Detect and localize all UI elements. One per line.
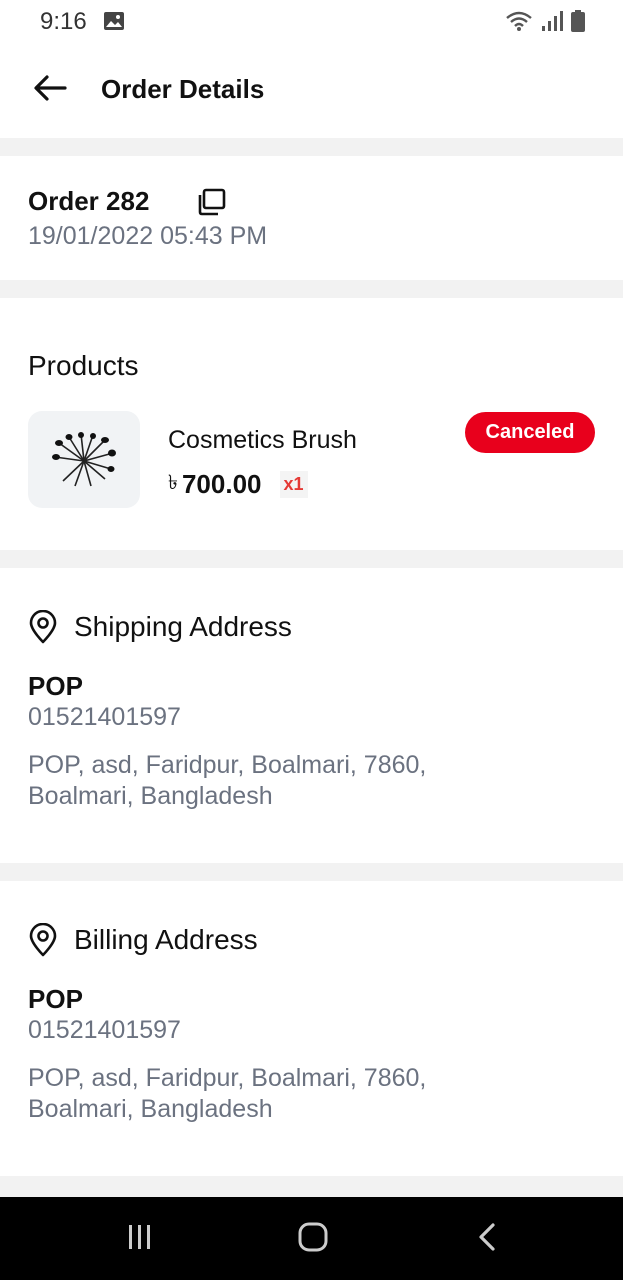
copy-order-button[interactable] [196,188,226,216]
home-icon [297,1221,329,1258]
cosmetics-brush-image [52,431,116,486]
app-bar: Order Details [0,42,623,138]
product-name: Cosmetics Brush [168,426,357,454]
copy-icon [196,188,226,220]
product-quantity: x1 [279,471,308,498]
image-icon [103,11,125,36]
status-bar: 9:16 [0,0,623,42]
currency-symbol: ৳ [168,472,178,494]
recents-button[interactable] [119,1219,159,1259]
nav-back-button[interactable] [467,1219,507,1259]
shipping-title: Shipping Address [74,611,292,642]
billing-title: Billing Address [74,924,258,955]
shipping-address-card: Shipping Address POP 01521401597 POP, as… [0,568,623,863]
shipping-header: Shipping Address [28,609,292,644]
shipping-name: POP [28,671,83,701]
battery-icon [571,10,585,37]
shipping-phone: 01521401597 [28,703,181,731]
location-pin-icon [28,922,58,957]
billing-address-text: POP, asd, Faridpur, Boalmari, 7860, Boal… [28,1064,427,1123]
shipping-address-text: POP, asd, Faridpur, Boalmari, 7860, Boal… [28,751,427,810]
signal-icon [541,10,563,37]
order-summary-card: Order 282 19/01/2022 05:43 PM [0,156,623,280]
recents-icon [124,1223,154,1256]
location-pin-icon [28,609,58,644]
product-price: 700.00 [181,469,262,499]
billing-address-card: Billing Address POP 01521401597 POP, asd… [0,881,623,1176]
wifi-icon [505,10,533,37]
order-date: 19/01/2022 05:43 PM [28,222,268,250]
order-details-screen: 9:16 Order Details Order 282 19/01/2022 … [0,0,623,1280]
home-button[interactable] [293,1219,333,1259]
back-button[interactable] [30,70,70,110]
back-icon [477,1222,497,1257]
arrow-left-icon [33,74,67,107]
system-nav-bar [0,1197,623,1280]
status-icons [505,10,585,37]
products-title: Products [28,350,139,381]
order-number: Order 282 [28,186,150,216]
billing-name: POP [28,984,83,1014]
products-card: Products Cosmetics Brush ৳ 700.00 x1 Can… [0,298,623,550]
billing-phone: 01521401597 [28,1016,181,1044]
product-thumbnail[interactable] [28,411,140,508]
product-price-row: ৳ 700.00 x1 [168,468,308,501]
status-badge: Canceled [465,412,595,453]
page-title: Order Details [101,74,265,104]
billing-header: Billing Address [28,922,258,957]
status-time: 9:16 [40,8,87,35]
